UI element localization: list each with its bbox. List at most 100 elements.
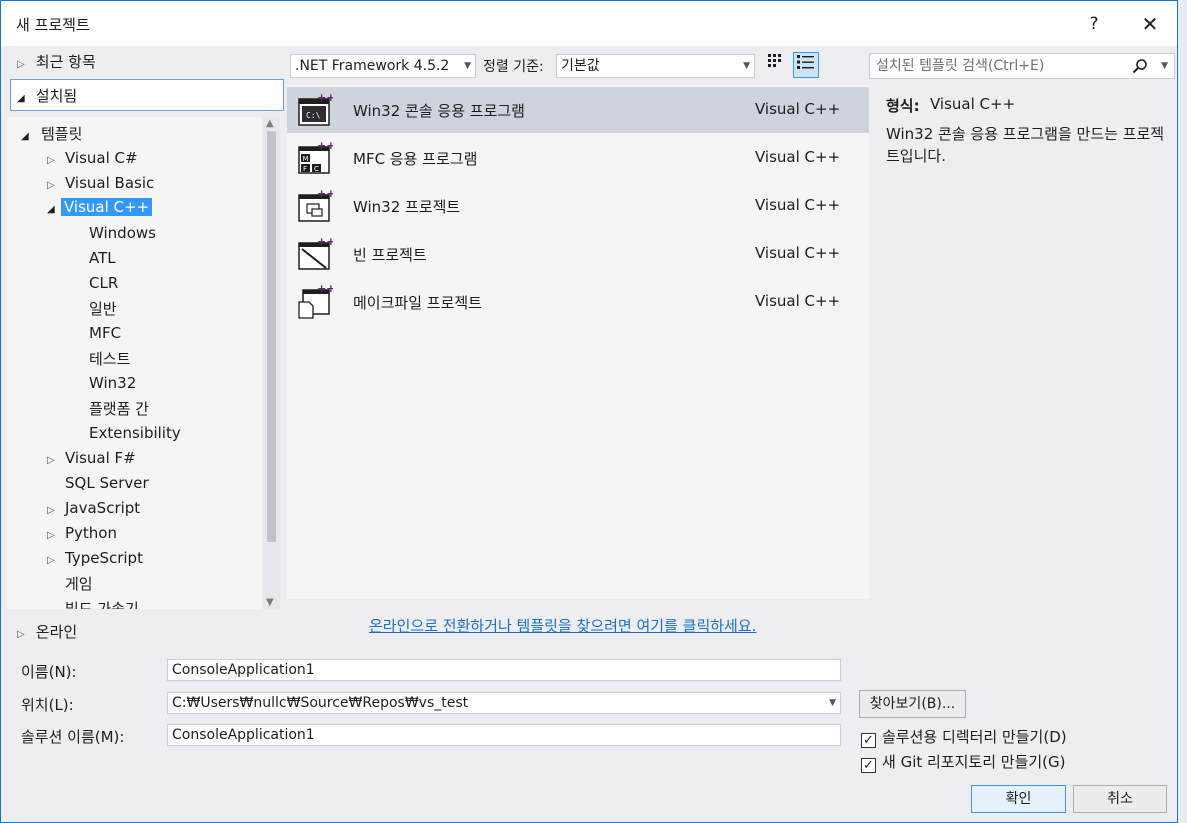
solution-name-field[interactable]: ConsoleApplication1 — [167, 724, 841, 746]
template-language: Visual C++ — [755, 244, 841, 262]
collapsed-arrow-icon: ▷ — [17, 629, 25, 640]
scroll-up-arrow-icon[interactable]: ▲ — [266, 118, 274, 129]
expanded-arrow-icon: ◢ — [17, 93, 25, 104]
template-row[interactable]: ++ Win32 프로젝트 Visual C++ — [287, 183, 869, 229]
collapsed-arrow-icon: ▷ — [47, 155, 55, 166]
tree-node-windows[interactable]: Windows — [89, 224, 156, 242]
template-row[interactable]: ++ 메이크파일 프로젝트 Visual C++ — [287, 279, 869, 325]
list-view-button[interactable] — [793, 52, 819, 78]
template-name: Win32 콘솔 응용 프로그램 — [353, 102, 525, 120]
tree-node-typescript[interactable]: ▷ TypeScript — [47, 549, 143, 567]
tree-node-general[interactable]: 일반 — [89, 298, 117, 319]
small-icons-view-button[interactable] — [762, 52, 788, 78]
template-name: 빈 프로젝트 — [353, 246, 427, 264]
sort-label: 정렬 기준: — [483, 59, 544, 75]
template-tree: ◢ 템플릿 ▷ Visual C# ▷ Visual Basic ◢ Visual C+… — [7, 117, 262, 609]
template-language: Visual C++ — [755, 196, 841, 214]
chevron-down-icon: ▼ — [464, 61, 471, 71]
type-label: 형식: — [886, 97, 920, 115]
background-window-edge — [1178, 0, 1187, 823]
create-git-repo-checkbox[interactable]: ✓ 새 Git 리포지토리 만들기(G) — [861, 751, 1066, 773]
template-row[interactable]: C:\ ++ Win32 콘솔 응용 프로그램 Visual C++ — [287, 87, 869, 133]
type-value: Visual C++ — [930, 95, 1016, 113]
template-name: 메이크파일 프로젝트 — [353, 294, 482, 312]
tree-node-build-accelerator[interactable]: 빌드 가속기 — [65, 598, 139, 609]
online-node[interactable]: ▷ 온라인 — [17, 621, 77, 642]
sort-select[interactable]: 기본값 ▼ — [556, 54, 755, 78]
svg-text:++: ++ — [317, 236, 333, 248]
create-directory-checkbox[interactable]: ✓ 솔루션용 디렉터리 만들기(D) — [861, 726, 1067, 748]
online-templates-link[interactable]: 온라인으로 전환하거나 템플릿을 찾으려면 여기를 클릭하세요. — [369, 615, 756, 636]
framework-select[interactable]: .NET Framework 4.5.2 ▼ — [290, 54, 476, 78]
recent-node[interactable]: ▷ 최근 항목 — [17, 51, 96, 72]
scroll-down-arrow-icon[interactable]: ▼ — [266, 597, 274, 608]
dialog-title: 새 프로젝트 — [16, 16, 90, 34]
template-row[interactable]: M F C ++ MFC 응용 프로그램 Visual C++ — [287, 135, 869, 181]
tree-node-cross-platform[interactable]: 플랫폼 간 — [89, 398, 149, 419]
new-project-dialog: 새 프로젝트 ? ✕ ▷ 최근 항목 ◢ 설치됨 ◢ 템플릿 ▷ Visual C#… — [0, 0, 1178, 823]
tree-node-visual-fsharp[interactable]: ▷ Visual F# — [47, 449, 136, 467]
template-list: C:\ ++ Win32 콘솔 응용 프로그램 Visual C++ M F C… — [287, 85, 869, 599]
tree-node-clr[interactable]: CLR — [89, 274, 118, 292]
collapsed-arrow-icon: ▷ — [17, 59, 25, 70]
recent-label: 최근 항목 — [35, 53, 96, 71]
template-language: Visual C++ — [755, 148, 841, 166]
expanded-arrow-icon: ◢ — [21, 131, 29, 142]
template-row[interactable]: ++ 빈 프로젝트 Visual C++ — [287, 231, 869, 277]
solution-name-label: 솔루션 이름(M): — [21, 728, 125, 746]
help-button[interactable]: ? — [1071, 9, 1117, 39]
project-name-field[interactable]: ConsoleApplication1 — [167, 659, 841, 681]
collapsed-arrow-icon: ▷ — [47, 180, 55, 191]
chevron-down-icon[interactable]: ▼ — [1161, 54, 1168, 78]
list-view-icon — [797, 55, 814, 69]
svg-text:C:\: C:\ — [306, 111, 321, 120]
tree-node-extensibility[interactable]: Extensibility — [89, 424, 181, 442]
template-search-input[interactable]: 설치된 템플릿 검색(Ctrl+E) ▼ — [869, 53, 1175, 79]
svg-text:++: ++ — [317, 284, 333, 295]
mfc-app-icon: M F C ++ — [298, 140, 333, 174]
svg-text:F: F — [303, 165, 307, 173]
tree-node-mfc[interactable]: MFC — [89, 324, 121, 342]
close-button[interactable]: ✕ — [1127, 9, 1173, 39]
tree-node-visual-cpp[interactable]: ◢ Visual C++ — [47, 198, 153, 216]
console-app-icon: C:\ ++ — [298, 92, 333, 126]
tree-node-test[interactable]: 테스트 — [89, 348, 130, 369]
template-language: Visual C++ — [755, 292, 841, 310]
svg-text:++: ++ — [317, 188, 333, 200]
tree-node-visual-csharp[interactable]: ▷ Visual C# — [47, 149, 138, 167]
name-label: 이름(N): — [21, 663, 77, 681]
tree-node-sql-server[interactable]: SQL Server — [65, 474, 149, 492]
collapsed-arrow-icon: ▷ — [47, 555, 55, 566]
tree-node-visual-basic[interactable]: ▷ Visual Basic — [47, 174, 154, 192]
tree-node-python[interactable]: ▷ Python — [47, 524, 117, 542]
tree-node-atl[interactable]: ATL — [89, 249, 116, 267]
template-description: Win32 콘솔 응용 프로그램을 만드는 프로젝트입니다. — [886, 125, 1165, 165]
tree-node-games[interactable]: 게임 — [65, 573, 93, 594]
collapsed-arrow-icon: ▷ — [47, 530, 55, 541]
tree-scrollbar[interactable]: ▲ ▼ — [263, 117, 280, 609]
installed-node[interactable]: ◢ 설치됨 — [10, 79, 284, 111]
template-name: MFC 응용 프로그램 — [353, 150, 478, 168]
win32-project-icon: ++ — [298, 188, 333, 222]
search-icon[interactable] — [1132, 54, 1148, 78]
chevron-down-icon: ▼ — [743, 61, 750, 71]
scrollbar-thumb[interactable] — [267, 131, 276, 542]
checkmark-icon: ✓ — [861, 758, 876, 773]
location-field[interactable]: C:₩Users₩nullc₩Source₩Repos₩vs_test ▼ — [167, 692, 841, 714]
collapsed-arrow-icon: ▷ — [47, 455, 55, 466]
title-bar: 새 프로젝트 ? ✕ — [1, 1, 1177, 46]
chevron-down-icon[interactable]: ▼ — [829, 693, 836, 713]
makefile-project-icon: ++ — [298, 284, 333, 319]
location-label: 위치(L): — [21, 696, 74, 714]
grid-view-icon — [768, 54, 781, 67]
svg-text:M: M — [303, 155, 309, 163]
tree-node-javascript[interactable]: ▷ JavaScript — [47, 499, 140, 517]
ok-button[interactable]: 확인 — [971, 785, 1066, 813]
svg-text:++: ++ — [317, 140, 333, 152]
online-label: 온라인 — [35, 623, 78, 641]
left-panel: ▷ 최근 항목 ◢ 설치됨 ◢ 템플릿 ▷ Visual C# ▷ Visual Ba… — [7, 47, 284, 609]
browse-button[interactable]: 찾아보기(B)... — [859, 690, 966, 718]
tree-node-win32[interactable]: Win32 — [89, 374, 136, 392]
cancel-button[interactable]: 취소 — [1073, 785, 1167, 813]
tree-node-templates[interactable]: ◢ 템플릿 — [21, 123, 82, 144]
